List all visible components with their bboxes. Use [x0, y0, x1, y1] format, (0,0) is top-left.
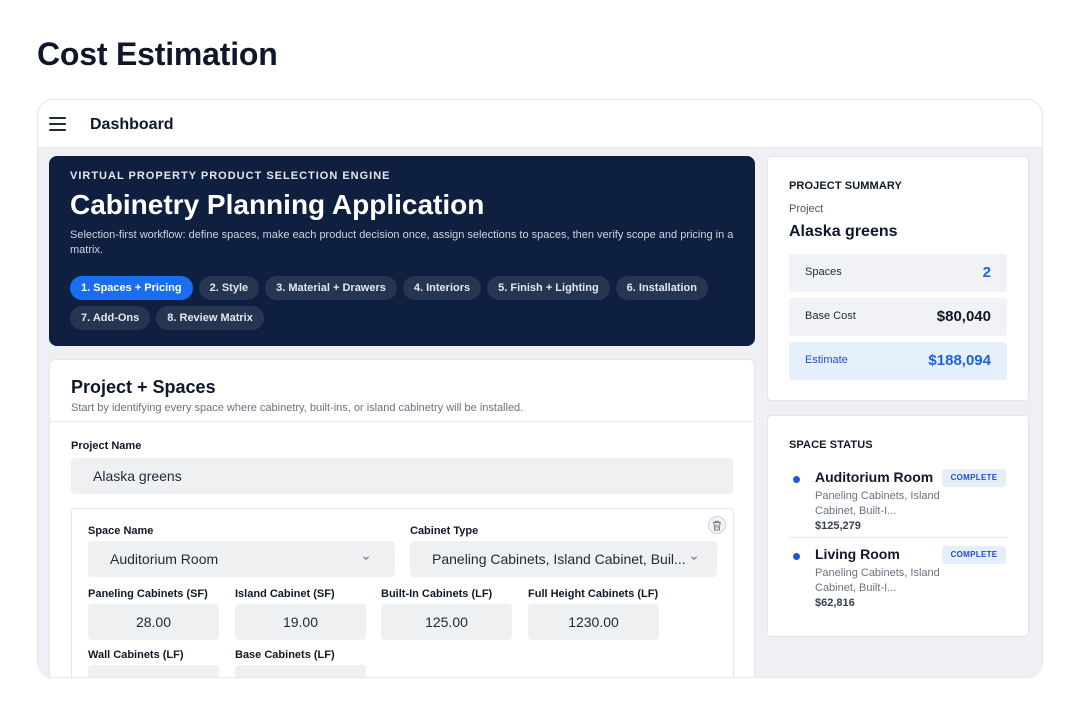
built-in-cabinets-input[interactable]: 125.00: [381, 604, 512, 640]
paneling-cabinets-label: Paneling Cabinets (SF): [88, 588, 208, 600]
step-tab-add-ons[interactable]: 7. Add-Ons: [70, 306, 151, 330]
status-space-name: Auditorium Room: [815, 469, 934, 485]
wall-cabinets-label: Wall Cabinets (LF): [88, 649, 184, 661]
island-cabinet-input[interactable]: 19.00: [235, 604, 366, 640]
base-cost-value: $80,040: [936, 308, 991, 325]
project-card-title: Project + Spaces: [71, 377, 216, 397]
step-tab-material-drawers[interactable]: 3. Material + Drawers: [265, 276, 397, 300]
space-entry: Space Name Auditorium Room Cabinet Type …: [71, 508, 734, 677]
paneling-cabinets-input[interactable]: 28.00: [88, 604, 219, 640]
estimate-metric: Estimate $188,094: [789, 342, 1007, 380]
workflow-steps: 1. Spaces + Pricing 2. Style 3. Material…: [70, 276, 730, 330]
base-cabinets-input[interactable]: [235, 665, 366, 677]
space-name-label: Space Name: [88, 525, 154, 537]
estimate-label: Estimate: [805, 354, 848, 366]
hamburger-menu-icon[interactable]: [49, 117, 66, 131]
spaces-metric: Spaces 2: [789, 254, 1007, 292]
step-tab-interiors[interactable]: 4. Interiors: [402, 276, 482, 300]
step-tab-spaces-pricing[interactable]: 1. Spaces + Pricing: [70, 276, 193, 300]
hero-description: Selection-first workflow: define spaces,…: [70, 229, 734, 256]
base-cost-metric: Base Cost $80,040: [789, 298, 1007, 336]
cabinet-type-value: Paneling Cabinets, Island Cabinet, Buil.…: [432, 551, 686, 567]
hero-banner: VIRTUAL PROPERTY PRODUCT SELECTION ENGIN…: [49, 156, 755, 346]
space-name-select[interactable]: Auditorium Room: [88, 541, 395, 577]
status-dot: [793, 553, 800, 560]
topbar-title: Dashboard: [90, 116, 174, 133]
step-tab-review-matrix[interactable]: 8. Review Matrix: [156, 306, 264, 330]
estimate-value: $188,094: [928, 352, 991, 369]
delete-space-button[interactable]: [708, 516, 726, 534]
project-summary-heading: PROJECT SUMMARY: [789, 180, 902, 192]
project-summary-card: PROJECT SUMMARY Project Alaska greens Sp…: [767, 156, 1029, 401]
project-card-subtitle: Start by identifying every space where c…: [71, 402, 524, 414]
status-badge: COMPLETE: [942, 469, 1006, 487]
chevron-down-icon: [363, 556, 369, 560]
space-status-heading: SPACE STATUS: [789, 439, 873, 451]
trash-icon: [713, 520, 721, 531]
cabinet-type-select[interactable]: Paneling Cabinets, Island Cabinet, Buil.…: [410, 541, 717, 577]
base-cost-label: Base Cost: [805, 310, 856, 322]
space-status-card: SPACE STATUS Auditorium Room COMPLETE Pa…: [767, 415, 1029, 637]
project-name-label: Project Name: [71, 440, 142, 452]
spaces-metric-value: 2: [982, 264, 991, 281]
status-divider: [789, 537, 1007, 538]
base-cabinets-label: Base Cabinets (LF): [235, 649, 335, 661]
space-name-value: Auditorium Room: [110, 551, 219, 567]
built-in-cabinets-label: Built-In Cabinets (LF): [381, 588, 493, 600]
full-height-cabinets-input[interactable]: 1230.00: [528, 604, 659, 640]
top-bar: Dashboard: [38, 100, 1042, 148]
chevron-down-icon: [691, 556, 697, 560]
hero-eyebrow: VIRTUAL PROPERTY PRODUCT SELECTION ENGIN…: [70, 170, 391, 182]
project-name-input[interactable]: Alaska greens: [71, 458, 733, 494]
status-space-cost: $62,816: [815, 597, 855, 609]
island-cabinet-label: Island Cabinet (SF): [235, 588, 335, 600]
wall-cabinets-input[interactable]: [88, 665, 219, 677]
project-card-header: Project + Spaces Start by identifying ev…: [50, 360, 754, 422]
summary-project-label: Project: [789, 203, 824, 215]
status-badge: COMPLETE: [942, 546, 1006, 564]
status-space-desc: Paneling Cabinets, Island Cabinet, Built…: [815, 567, 940, 594]
step-tab-style[interactable]: 2. Style: [198, 276, 260, 300]
step-tab-installation[interactable]: 6. Installation: [615, 276, 708, 300]
step-tab-finish-lighting[interactable]: 5. Finish + Lighting: [487, 276, 610, 300]
status-space-name: Living Room: [815, 546, 900, 562]
status-space-desc: Paneling Cabinets, Island Cabinet, Built…: [815, 490, 940, 517]
project-spaces-card: Project + Spaces Start by identifying ev…: [49, 359, 755, 677]
cabinet-type-label: Cabinet Type: [410, 525, 479, 537]
app-window: Dashboard VIRTUAL PROPERTY PRODUCT SELEC…: [37, 99, 1043, 678]
full-height-cabinets-label: Full Height Cabinets (LF): [528, 588, 659, 600]
spaces-metric-label: Spaces: [805, 266, 842, 278]
status-space-cost: $125,279: [815, 520, 861, 532]
hero-title: Cabinetry Planning Application: [70, 189, 485, 220]
page-title: Cost Estimation: [37, 36, 278, 72]
status-dot: [793, 476, 800, 483]
summary-project-name: Alaska greens: [789, 223, 898, 240]
